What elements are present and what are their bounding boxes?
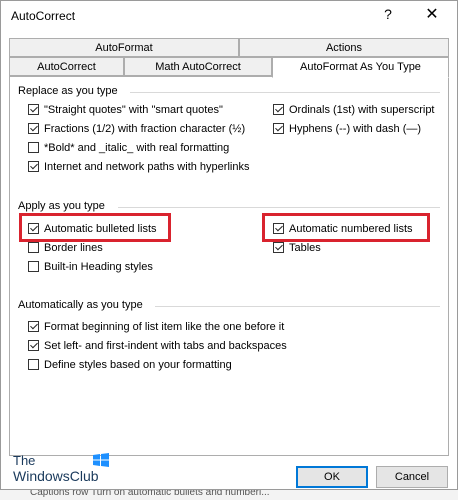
highlight-numbered-lists (262, 213, 430, 242)
checkbox-box[interactable] (28, 242, 39, 253)
checkbox-label: *Bold* and _italic_ with real formatting (44, 141, 230, 154)
checkbox-border-lines[interactable]: Border lines (28, 240, 103, 255)
cancel-button[interactable]: Cancel (376, 466, 448, 488)
checkbox-label: Define styles based on your formatting (44, 358, 232, 371)
checkbox-set-indent[interactable]: Set left- and first-indent with tabs and… (28, 338, 287, 353)
checkbox-bold-italic[interactable]: *Bold* and _italic_ with real formatting (28, 140, 229, 155)
checkbox-fractions[interactable]: Fractions (1/2) with fraction character … (28, 121, 245, 136)
checkbox-label: Hyphens (--) with dash (—) (289, 122, 422, 135)
checkbox-box[interactable] (28, 261, 39, 272)
tab-actions[interactable]: Actions (239, 38, 449, 57)
checkbox-label: Fractions (1/2) with fraction character … (44, 122, 246, 135)
checkbox-label: Border lines (44, 241, 103, 254)
replace-heading: Replace as you type (18, 85, 118, 97)
tab-math-autocorrect[interactable]: Math AutoCorrect (124, 57, 272, 76)
checkbox-box[interactable] (28, 104, 39, 115)
checkbox-box[interactable] (28, 321, 39, 332)
background-text: Captions row Turn on automatic bullets a… (30, 490, 270, 498)
highlight-bulleted-lists (19, 213, 171, 242)
logo-text-the: The (13, 453, 36, 468)
close-button[interactable]: ✕ (421, 4, 443, 26)
checkbox-hyphens[interactable]: Hyphens (--) with dash (—) (273, 121, 421, 136)
tab-autocorrect[interactable]: AutoCorrect (9, 57, 124, 76)
checkbox-box[interactable] (273, 104, 284, 115)
tab-autoformat[interactable]: AutoFormat (9, 38, 239, 57)
checkbox-tables[interactable]: Tables (273, 240, 321, 255)
tab-panel: Replace as you type "Straight quotes" wi… (9, 76, 449, 456)
checkbox-box[interactable] (273, 242, 284, 253)
title-bar: AutoCorrect ? ✕ (1, 1, 457, 31)
checkbox-label: Format beginning of list item like the o… (44, 320, 285, 333)
tab-autoformat-as-you-type[interactable]: AutoFormat As You Type (272, 57, 449, 78)
logo-text-main: WindowsClub (13, 468, 99, 484)
checkbox-label: "Straight quotes" with "smart quotes" (44, 103, 223, 116)
checkbox-box[interactable] (273, 123, 284, 134)
checkbox-label: Set left- and first-indent with tabs and… (44, 339, 287, 352)
checkbox-ordinals[interactable]: Ordinals (1st) with superscript (273, 102, 435, 117)
checkbox-label: Built-in Heading styles (44, 260, 153, 273)
checkbox-format-list-item[interactable]: Format beginning of list item like the o… (28, 319, 284, 334)
help-button[interactable]: ? (379, 6, 397, 26)
checkbox-heading-styles[interactable]: Built-in Heading styles (28, 259, 153, 274)
autocorrect-dialog: AutoCorrect ? ✕ AutoFormat Actions AutoC… (0, 0, 458, 490)
checkbox-label: Tables (289, 241, 321, 254)
apply-heading: Apply as you type (18, 200, 105, 212)
windows-flag-icon (93, 453, 109, 467)
checkbox-box[interactable] (28, 123, 39, 134)
dialog-title: AutoCorrect (11, 9, 76, 23)
checkbox-define-styles[interactable]: Define styles based on your formatting (28, 357, 232, 372)
background-document-strip: Captions row Turn on automatic bullets a… (0, 490, 458, 500)
checkbox-box[interactable] (28, 359, 39, 370)
checkbox-box[interactable] (28, 161, 39, 172)
checkbox-label: Ordinals (1st) with superscript (289, 103, 435, 116)
auto-divider (155, 306, 440, 307)
checkbox-label: Internet and network paths with hyperlin… (44, 160, 250, 173)
checkbox-smart-quotes[interactable]: "Straight quotes" with "smart quotes" (28, 102, 223, 117)
auto-heading: Automatically as you type (18, 299, 143, 311)
replace-divider (130, 92, 440, 93)
apply-divider (118, 207, 440, 208)
checkbox-hyperlinks[interactable]: Internet and network paths with hyperlin… (28, 159, 249, 174)
checkbox-box[interactable] (28, 340, 39, 351)
ok-button[interactable]: OK (296, 466, 368, 488)
checkbox-box[interactable] (28, 142, 39, 153)
